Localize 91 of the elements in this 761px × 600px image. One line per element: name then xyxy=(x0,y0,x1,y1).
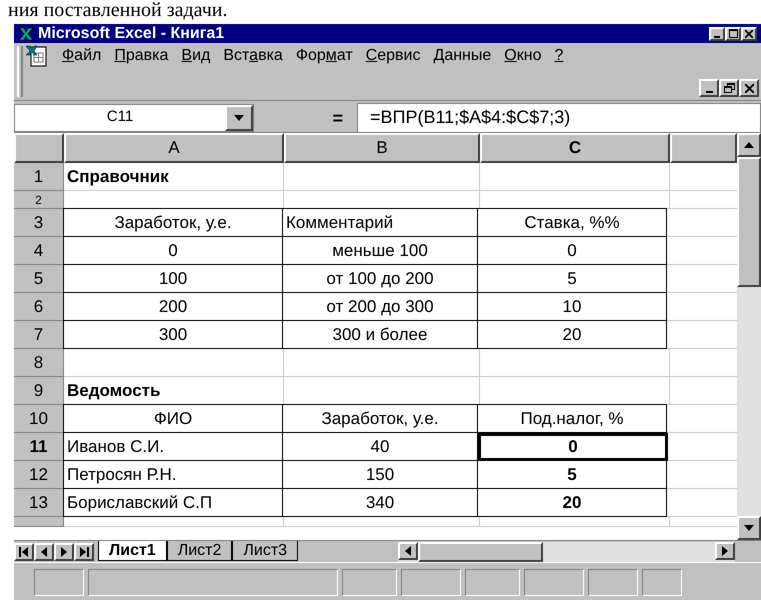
dropdown-button[interactable] xyxy=(225,104,253,130)
scroll-down-button[interactable] xyxy=(737,516,761,540)
menu-item[interactable]: Файл xyxy=(62,48,102,64)
menu-item[interactable]: Данные xyxy=(433,48,492,64)
row-header[interactable]: 13 xyxy=(14,489,64,517)
first-sheet-button[interactable] xyxy=(14,542,34,560)
row-header[interactable]: 10 xyxy=(14,405,64,433)
table-cell[interactable] xyxy=(284,517,480,527)
cell-reference: C11 xyxy=(106,107,134,128)
table-cell[interactable]: Справочник xyxy=(64,163,284,191)
row-header[interactable]: 1 xyxy=(14,163,64,191)
close-button[interactable] xyxy=(741,26,757,40)
scroll-left-button[interactable] xyxy=(398,542,418,560)
minimize-button[interactable] xyxy=(699,79,719,97)
column-header[interactable]: B xyxy=(284,133,480,163)
menu-item[interactable]: Сервис xyxy=(366,48,420,64)
table-cell[interactable]: 0 xyxy=(478,433,668,461)
minimize-icon xyxy=(706,90,712,92)
row-header[interactable]: 6 xyxy=(14,293,64,321)
excel-logo-icon xyxy=(18,26,34,40)
table-cell[interactable] xyxy=(480,517,670,527)
column-header[interactable]: A xyxy=(64,133,284,163)
sheet-tab[interactable]: Лист1 xyxy=(98,541,167,561)
row-header[interactable]: 11 xyxy=(14,433,64,461)
name-box[interactable]: C11 xyxy=(14,104,254,132)
table-cell[interactable] xyxy=(480,349,670,377)
equals-button[interactable]: = xyxy=(332,108,343,126)
table-cell[interactable] xyxy=(64,517,284,527)
first-icon xyxy=(19,546,29,556)
menu-item[interactable]: Окно xyxy=(504,48,542,64)
menu-item[interactable]: Вставка xyxy=(223,48,283,64)
table-cell[interactable]: Бориславский С.П xyxy=(63,488,283,517)
scroll-thumb[interactable] xyxy=(737,157,761,287)
table-cell[interactable]: Под.налог, % xyxy=(477,404,667,433)
row-header[interactable]: 12 xyxy=(14,461,64,489)
row-header[interactable]: 9 xyxy=(14,377,64,405)
table-cell[interactable]: 300 xyxy=(63,320,283,349)
scroll-thumb[interactable] xyxy=(418,542,544,562)
right-arrow-icon xyxy=(720,546,730,556)
previous-sheet-button[interactable] xyxy=(34,542,54,560)
row-header[interactable]: 4 xyxy=(14,237,64,265)
table-cell[interactable]: 20 xyxy=(477,320,667,349)
maximize-icon xyxy=(728,29,738,38)
window-title: Microsoft Excel - Книга1 xyxy=(38,26,226,42)
menu-item[interactable]: Вид xyxy=(181,48,210,64)
sheet-tab[interactable]: Лист2 xyxy=(166,541,232,561)
caret-icon xyxy=(234,112,244,122)
row-header[interactable]: 3 xyxy=(14,209,64,237)
table-cell[interactable]: Заработок, у.е. xyxy=(63,208,283,237)
maximize-button[interactable] xyxy=(725,26,741,40)
sheet-tab[interactable]: Лист3 xyxy=(232,541,298,561)
table-cell[interactable] xyxy=(480,163,670,191)
down-arrow-icon xyxy=(744,523,754,533)
right-arrow-icon xyxy=(59,546,69,556)
restore-button[interactable] xyxy=(719,79,739,97)
horizontal-scrollbar[interactable] xyxy=(398,542,735,562)
column-header[interactable]: C xyxy=(480,133,670,163)
table-cell[interactable]: Ставка, %% xyxy=(477,208,667,237)
row-header[interactable]: 2 xyxy=(14,191,64,209)
last-sheet-button[interactable] xyxy=(74,542,94,560)
last-icon xyxy=(79,546,89,556)
menu-item[interactable]: ? xyxy=(554,48,564,64)
menu-item[interactable]: Формат xyxy=(296,48,353,64)
minimize-icon xyxy=(714,36,720,38)
row-header[interactable]: 5 xyxy=(14,265,64,293)
left-arrow-icon xyxy=(39,546,49,556)
vertical-scrollbar[interactable] xyxy=(737,133,761,540)
select-all-button[interactable] xyxy=(14,133,64,163)
table-cell[interactable] xyxy=(284,349,480,377)
table-cell[interactable]: 20 xyxy=(477,488,667,517)
scroll-right-button[interactable] xyxy=(715,542,735,560)
minimize-button[interactable] xyxy=(709,26,725,40)
next-sheet-button[interactable] xyxy=(54,542,74,560)
table-cell[interactable] xyxy=(64,349,284,377)
up-arrow-icon xyxy=(744,140,754,150)
row-header[interactable]: 7 xyxy=(14,321,64,349)
close-icon xyxy=(744,84,754,92)
workbook-icon xyxy=(25,45,49,67)
close-icon xyxy=(745,30,753,38)
column-header[interactable] xyxy=(670,133,737,163)
menu-item[interactable]: Правка xyxy=(114,48,168,64)
left-arrow-icon xyxy=(403,546,414,556)
restore-icon xyxy=(724,83,734,93)
table-cell[interactable]: Ведомость xyxy=(64,377,284,405)
formula-field[interactable]: =ВПР(B11;$A$4:$C$7;3) xyxy=(357,102,761,132)
scroll-up-button[interactable] xyxy=(737,133,761,157)
table-cell[interactable]: ФИО xyxy=(63,404,283,433)
document-text: ния поставленной задачи. xyxy=(7,0,228,22)
table-cell[interactable] xyxy=(284,163,480,191)
row-header[interactable]: 8 xyxy=(14,349,64,377)
close-button[interactable] xyxy=(739,79,759,97)
